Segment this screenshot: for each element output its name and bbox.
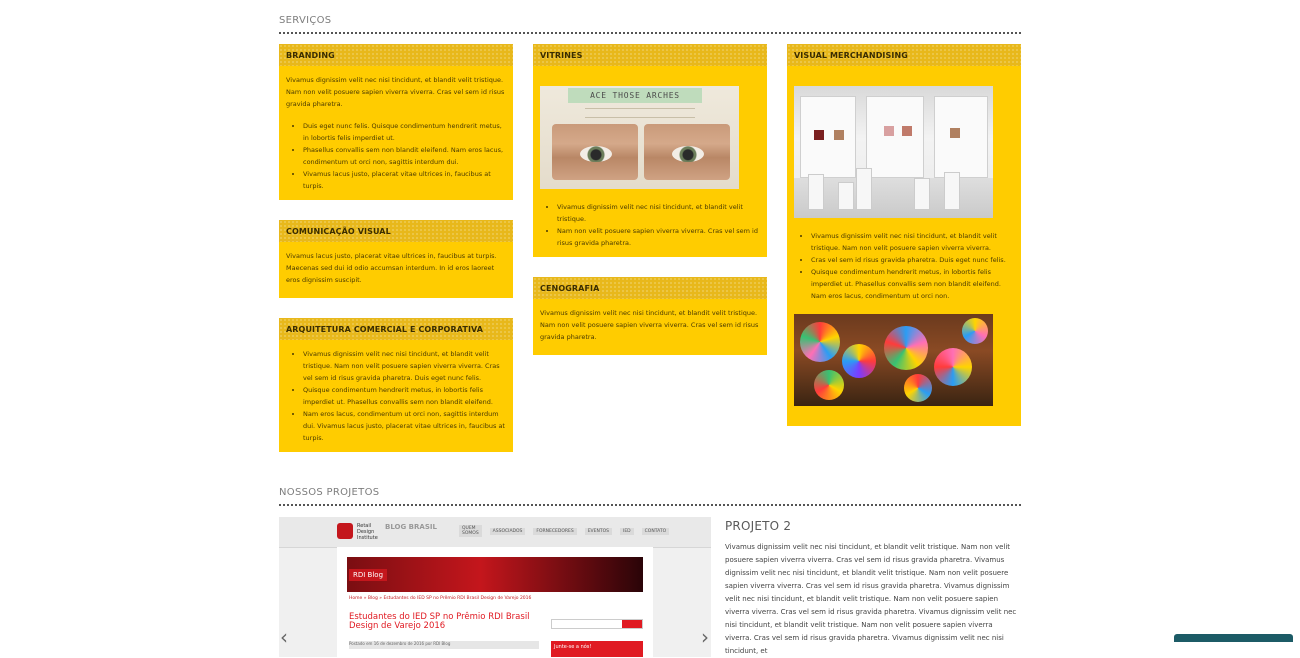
service-card-list: Duis eget nunc felis. Quisque condimentu…	[286, 120, 506, 192]
rdi-logo-icon	[337, 523, 353, 539]
slide-site-nav: QUEM SOMOS ASSOCIADOS FORNECEDORES EVENT…	[459, 525, 670, 537]
service-card-title: ARQUITETURA COMERCIAL E CORPORATIVA	[279, 318, 513, 340]
list-item: Duis eget nunc felis. Quisque condimentu…	[303, 120, 506, 144]
list-item: Cras vel sem id risus gravida pharetra. …	[811, 254, 1014, 266]
vitrines-image: ACE THOSE ARCHES	[540, 86, 739, 189]
slide-join-box: Junte-se a nós!	[551, 641, 643, 657]
service-card-list: Vivamus dignissim velit nec nisi tincidu…	[794, 230, 1014, 302]
umbrella	[962, 318, 988, 344]
service-card-title: COMUNICAÇÃO VISUAL	[279, 220, 513, 242]
service-card-text: Vivamus dignissim velit nec nisi tincidu…	[540, 309, 759, 341]
umbrella-display-image	[794, 314, 993, 406]
service-card-list: Vivamus dignissim velit nec nisi tincidu…	[286, 348, 506, 444]
umbrella	[842, 344, 876, 378]
slide-banner-tag: RDI Blog	[349, 569, 388, 581]
umbrella	[884, 326, 928, 370]
chat-widget-tab[interactable]	[1174, 634, 1293, 642]
projects-slider: Retail Design Institute BLOG BRASIL QUEM…	[279, 517, 1021, 658]
slide-nav-item: EVENTOS	[584, 527, 612, 535]
service-card-body: Vivamus lacus justo, placerat vitae ultr…	[279, 242, 513, 298]
store-wall	[866, 96, 924, 178]
store-wall	[934, 96, 988, 178]
list-item: Vivamus lacus justo, placerat vitae ultr…	[303, 168, 506, 192]
list-item: Quisque condimentum hendrerit metus, in …	[811, 266, 1014, 302]
slide-nav-item: IED	[620, 527, 634, 535]
slide-banner: RDI Blog	[347, 557, 643, 592]
services-column-3: VISUAL MERCHANDISING • Vivamus dignissim…	[787, 44, 1021, 426]
display-plinth	[808, 174, 824, 210]
project-description: Vivamus dignissim velit nec nisi tincidu…	[725, 543, 1017, 655]
projects-section-title: NOSSOS PROJETOS	[279, 472, 1021, 506]
slide-nav-item: ASSOCIADOS	[489, 527, 526, 535]
slide-headline: Estudantes do IED SP no Prêmio RDI Brasi…	[349, 612, 530, 631]
slide-date-line: Postado em 16 de dezembro de 2016 por RD…	[349, 641, 539, 649]
service-card-cenografia: CENOGRAFIA Vivamus dignissim velit nec n…	[533, 277, 767, 355]
slide-nav-item: QUEM SOMOS	[459, 525, 482, 537]
list-item: Phasellus convallis sem non blandit elei…	[303, 144, 506, 168]
store-wall	[800, 96, 856, 178]
services-grid: BRANDING Vivamus dignissim velit nec nis…	[279, 44, 1021, 452]
list-item: Vivamus dignissim velit nec nisi tincidu…	[811, 230, 1014, 254]
service-card-arquitetura: ARQUITETURA COMERCIAL E CORPORATIVA Viva…	[279, 318, 513, 452]
chevron-left-icon[interactable]: ‹	[280, 627, 290, 647]
bag-display	[834, 130, 844, 140]
image-subtext-lines	[585, 108, 695, 118]
bag-display	[884, 126, 894, 136]
service-card-body: Vivamus dignissim velit nec nisi tincidu…	[279, 66, 513, 200]
umbrella	[904, 374, 932, 402]
project-title: PROJETO 2	[725, 519, 792, 533]
service-card-intro: Vivamus dignissim velit nec nisi tincidu…	[286, 76, 505, 108]
list-item: Nam eros lacus, condimentum ut orci non,…	[303, 408, 506, 444]
bag-display	[902, 126, 912, 136]
list-item: Nam non velit posuere sapien viverra viv…	[557, 225, 760, 249]
slide-nav-item: FORNECEDORES	[533, 527, 577, 535]
umbrella	[814, 370, 844, 400]
service-card-title: VISUAL MERCHANDISING	[787, 44, 1021, 66]
store-interior-image	[794, 86, 993, 218]
umbrella	[800, 322, 840, 362]
service-card-title: BRANDING	[279, 44, 513, 66]
service-card-title: CENOGRAFIA	[533, 277, 767, 299]
service-card-branding: BRANDING Vivamus dignissim velit nec nis…	[279, 44, 513, 200]
list-item: Vivamus dignissim velit nec nisi tincidu…	[557, 201, 760, 225]
display-plinth	[856, 168, 872, 210]
project-slide-image[interactable]: Retail Design Institute BLOG BRASIL QUEM…	[279, 517, 711, 657]
service-card-body: Vivamus dignissim velit nec nisi tincidu…	[787, 66, 1021, 426]
slide-site-page: RDI Blog Home » Blog » Estudantes do IED…	[337, 547, 653, 657]
slide-site-header: Retail Design Institute BLOG BRASIL QUEM…	[279, 517, 711, 548]
service-card-visual-merchandising: VISUAL MERCHANDISING • Vivamus dignissim…	[787, 44, 1021, 426]
service-card-body: Vivamus dignissim velit nec nisi tincidu…	[279, 340, 513, 452]
service-card-body: Vivamus dignissim velit nec nisi tincidu…	[533, 299, 767, 355]
project-details: PROJETO 2 Vivamus dignissim velit nec ni…	[725, 517, 1021, 658]
services-column-1: BRANDING Vivamus dignissim velit nec nis…	[279, 44, 513, 452]
display-plinth	[838, 182, 854, 210]
display-plinth	[944, 172, 960, 210]
bag-display	[814, 130, 824, 140]
rdi-blog-label: BLOG BRASIL	[385, 523, 437, 531]
list-item: Quisque condimentum hendrerit metus, in …	[303, 384, 506, 408]
service-card-vitrines: VITRINES ACE THOSE ARCHES Vivamus dignis…	[533, 44, 767, 257]
service-card-list: Vivamus dignissim velit nec nisi tincidu…	[540, 201, 760, 249]
service-card-comunicacao-visual: COMUNICAÇÃO VISUAL Vivamus lacus justo, …	[279, 220, 513, 298]
display-plinth	[914, 178, 930, 210]
umbrella	[934, 348, 972, 386]
service-card-text: Vivamus lacus justo, placerat vitae ultr…	[286, 252, 497, 284]
chevron-right-icon[interactable]: ›	[701, 627, 711, 647]
slide-search-box	[551, 619, 643, 629]
rdi-logo-text: Retail Design Institute	[357, 523, 378, 541]
list-item: Vivamus dignissim velit nec nisi tincidu…	[303, 348, 506, 384]
bag-display	[950, 128, 960, 138]
services-column-2: VITRINES ACE THOSE ARCHES Vivamus dignis…	[533, 44, 767, 355]
service-card-title: VITRINES	[533, 44, 767, 66]
eye-illustration	[552, 124, 638, 180]
image-caption: ACE THOSE ARCHES	[568, 88, 702, 103]
slide-breadcrumb: Home » Blog » Estudantes do IED SP no Pr…	[349, 596, 532, 601]
slide-nav-item: CONTATO	[641, 527, 670, 535]
eye-illustration	[644, 124, 730, 180]
service-card-body: ACE THOSE ARCHES Vivamus dignissim velit…	[533, 66, 767, 257]
services-section-title: SERVIÇOS	[279, 0, 1021, 34]
main-content: SERVIÇOS BRANDING Vivamus dignissim veli…	[279, 0, 1021, 658]
